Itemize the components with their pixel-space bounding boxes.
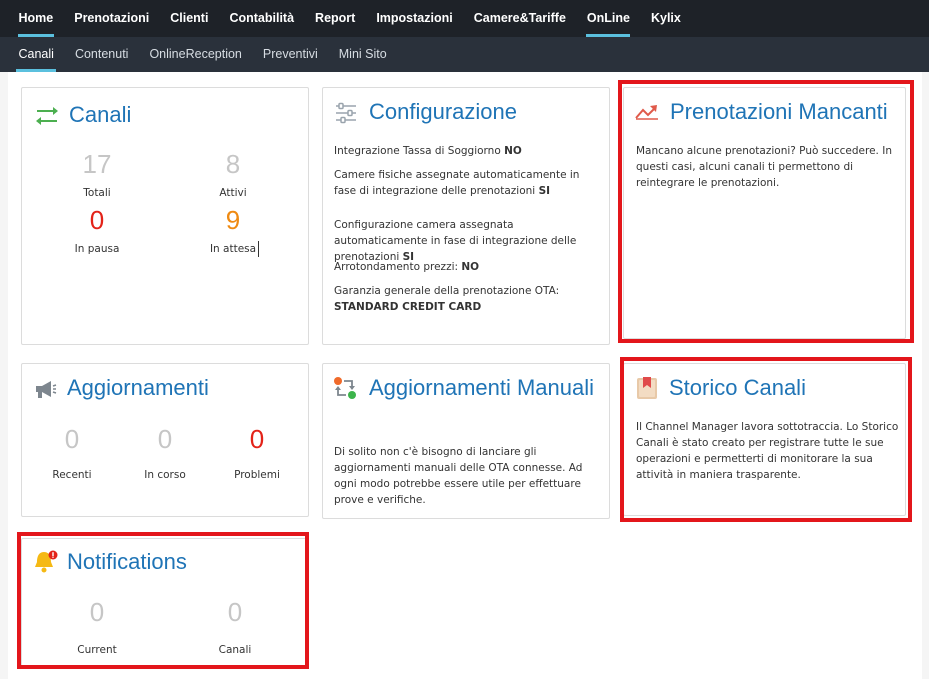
nav-home[interactable]: Home <box>8 0 64 37</box>
aggiornamenti-card[interactable]: Aggiornamenti 0 Recenti 0 In corso 0 Pro… <box>21 363 309 517</box>
subnav-preventivi[interactable]: Preventivi <box>252 37 328 72</box>
aggiornamenti-manuali-text: Di solito non c'è bisogno di lanciare gl… <box>334 446 583 506</box>
subnav-mini-sito[interactable]: Mini Sito <box>328 37 397 72</box>
arrows-exchange-icon <box>36 107 58 125</box>
in-pausa-value: 0 <box>89 205 105 235</box>
storico-canali-title: Storico Canali <box>669 375 806 400</box>
in-pausa-label: In pausa <box>74 243 120 255</box>
in-corso-label: In corso <box>144 469 186 481</box>
config-tassa-soggiorno: Integrazione Tassa di Soggiorno NO <box>334 145 522 157</box>
in-attesa-value: 9 <box>225 205 241 235</box>
config-camere-fisiche: Camere fisiche assegnate automaticamente… <box>334 169 580 197</box>
sub-navigation: Canali Contenuti OnlineReception Prevent… <box>0 37 929 72</box>
configurazione-card[interactable]: Configurazione Integrazione Tassa di Sog… <box>322 87 610 345</box>
totali-value: 17 <box>82 149 112 179</box>
prenotazioni-mancanti-text: Mancano alcune prenotazioni? Può succede… <box>636 145 892 189</box>
canali-title: Canali <box>69 102 132 127</box>
subnav-contenuti[interactable]: Contenuti <box>64 37 139 72</box>
nav-online[interactable]: OnLine <box>576 0 640 37</box>
current-label: Current <box>77 644 117 656</box>
prenotazioni-mancanti-title: Prenotazioni Mancanti <box>670 99 888 124</box>
config-arrotondamento: Arrotondamento prezzi: NO <box>334 261 480 273</box>
storico-canali-card[interactable]: Storico Canali Il Channel Manager lavora… <box>623 363 906 516</box>
notifications-title: Notifications <box>67 549 187 574</box>
megaphone-icon <box>36 381 57 398</box>
bookmark-book-icon <box>637 377 657 399</box>
nav-camere-tariffe[interactable]: Camere&Tariffe <box>463 0 576 37</box>
text-cursor <box>258 241 259 257</box>
nav-contabilita[interactable]: Contabilità <box>219 0 305 37</box>
attivi-label: Attivi <box>219 187 247 199</box>
notifications-canali-value: 0 <box>227 597 243 627</box>
bell-icon <box>35 550 58 573</box>
storico-canali-text: Il Channel Manager lavora sottotraccia. … <box>636 421 899 481</box>
top-navigation: Home Prenotazioni Clienti Contabilità Re… <box>0 0 929 37</box>
nav-report[interactable]: Report <box>305 0 366 37</box>
in-attesa-label: In attesa <box>209 243 257 255</box>
totali-label: Totali <box>83 187 111 199</box>
sliders-icon <box>336 102 356 124</box>
problemi-label: Problemi <box>234 469 280 481</box>
nav-impostazioni[interactable]: Impostazioni <box>366 0 463 37</box>
aggiornamenti-manuali-card[interactable]: Aggiornamenti Manuali Di solito non c'è … <box>322 363 610 519</box>
nav-prenotazioni[interactable]: Prenotazioni <box>64 0 160 37</box>
notifications-canali-label: Canali <box>218 644 252 656</box>
aggiornamenti-manuali-title: Aggiornamenti Manuali <box>369 375 595 400</box>
subnav-onlinereception[interactable]: OnlineReception <box>139 37 252 72</box>
attivi-value: 8 <box>225 149 241 179</box>
missing-arrow-icon <box>635 105 658 120</box>
in-corso-value: 0 <box>157 424 173 454</box>
config-camera-assegnata: Configurazione camera assegnata automati… <box>334 219 577 263</box>
nav-kylix[interactable]: Kylix <box>640 0 691 37</box>
recenti-label: Recenti <box>52 469 92 481</box>
aggiornamenti-title: Aggiornamenti <box>67 375 209 400</box>
subnav-canali[interactable]: Canali <box>8 37 64 72</box>
nav-clienti[interactable]: Clienti <box>160 0 219 37</box>
canali-card[interactable]: Canali 17 Totali 8 Attivi 0 In pausa 9 I… <box>21 87 309 345</box>
current-value: 0 <box>89 597 105 627</box>
configurazione-title: Configurazione <box>369 99 517 124</box>
recenti-value: 0 <box>64 424 80 454</box>
config-garanzia: Garanzia generale della prenotazione OTA… <box>334 285 560 313</box>
problemi-value: 0 <box>249 424 265 454</box>
notifications-card[interactable]: Notifications 0 Current 0 Canali <box>21 538 309 667</box>
prenotazioni-mancanti-card[interactable]: Prenotazioni Mancanti Mancano alcune pre… <box>623 87 906 339</box>
